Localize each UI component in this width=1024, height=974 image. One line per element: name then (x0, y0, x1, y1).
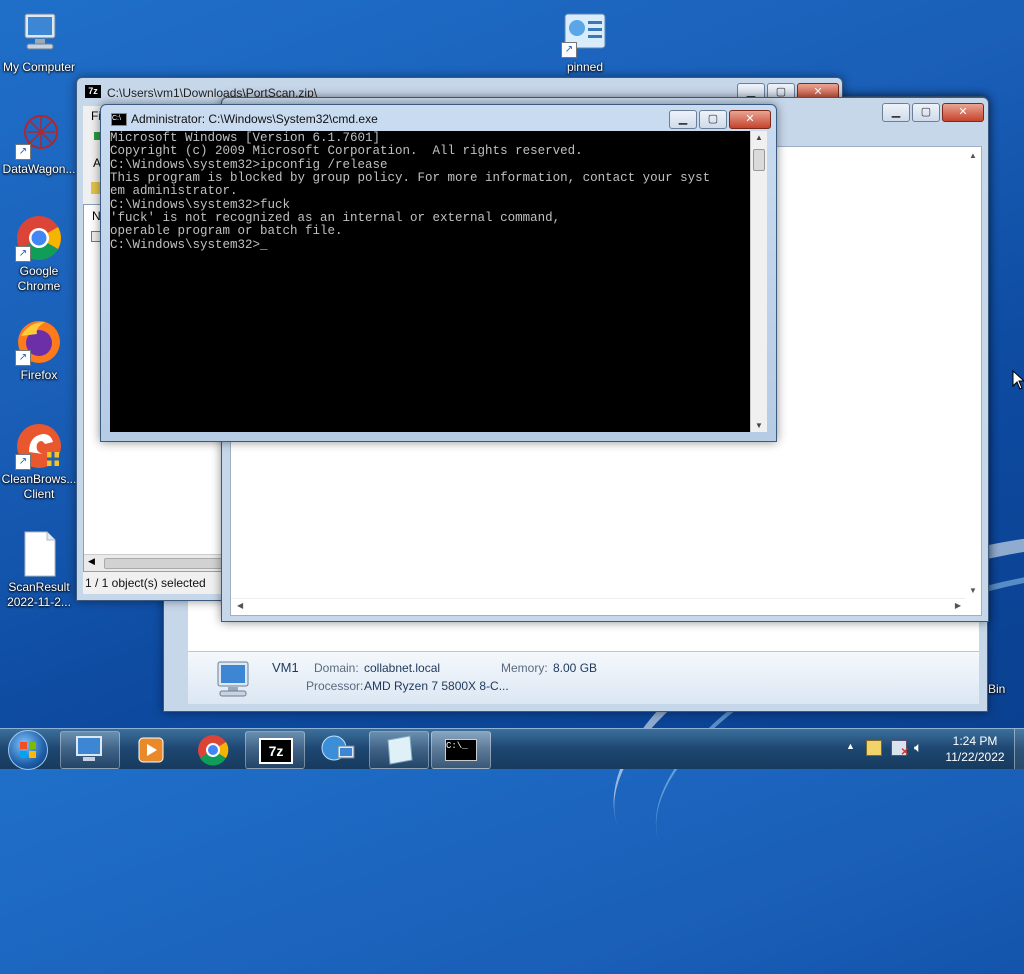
computer-name: VM1 (272, 660, 299, 675)
scroll-left-icon[interactable]: ◀ (88, 556, 95, 567)
show-hidden-icons-icon[interactable]: ▲ (846, 741, 855, 751)
action-center-icon[interactable] (866, 740, 882, 756)
scroll-thumb[interactable] (104, 558, 226, 569)
chrome-icon: ↗ (15, 214, 63, 262)
notepad-icon (387, 735, 413, 765)
shortcut-arrow-icon: ↗ (15, 454, 31, 470)
desktop-icon-label: My Computer (2, 60, 76, 74)
domain-value: collabnet.local (364, 661, 441, 675)
status-text: 1 / 1 object(s) selected (85, 576, 206, 590)
console-line: em administrator. (110, 184, 238, 198)
desktop-icon-cleanbrowsing[interactable]: ↗ CleanBrows... Client (0, 422, 78, 502)
start-button[interactable] (8, 730, 48, 770)
volume-icon[interactable]: 🔈︎ (914, 739, 922, 756)
taskbar-item-network[interactable] (307, 731, 367, 769)
console-line: 'fuck' is not recognized as an internal … (110, 211, 561, 225)
chrome-icon (198, 735, 229, 766)
windows-logo-icon (20, 742, 36, 758)
console-line: operable program or batch file. (110, 224, 343, 238)
taskbar: 7z C:\_ ▲ ✕ 🔈︎ 1:24 PM 11/22/2022 (0, 728, 1024, 770)
desktop-icon-my-computer[interactable]: My Computer (0, 10, 78, 75)
cmd-icon: C:\_ (445, 739, 477, 761)
console-line: C:\Windows\system32>_ (110, 238, 268, 252)
taskbar-item-chrome[interactable] (183, 731, 243, 769)
taskbar-item-cmd[interactable]: C:\_ (431, 731, 491, 769)
mouse-cursor-icon (1012, 369, 1024, 393)
desktop-icon-pinned[interactable]: ↗ pinned (546, 10, 624, 75)
scroll-up-icon[interactable]: ▲ (969, 151, 977, 160)
memory-label: Memory: (501, 661, 548, 675)
text-file-icon (15, 530, 63, 578)
desktop-icon-label: Google Chrome (17, 264, 61, 293)
desktop-icon-label: CleanBrows... Client (1, 472, 77, 501)
scroll-left-icon[interactable]: ◀ (237, 601, 243, 610)
maximize-button[interactable]: ▢ (912, 103, 940, 122)
clock-date[interactable]: 11/22/2022 (940, 750, 1010, 764)
desktop-icon-label: Bin (988, 682, 1006, 696)
status-bar: 1 / 1 object(s) selected (83, 572, 233, 594)
vertical-scrollbar[interactable]: ▲ ▼ (965, 147, 981, 615)
maximize-button[interactable]: ▢ (699, 110, 727, 129)
scroll-thumb[interactable] (753, 149, 765, 171)
system-info-panel: VM1 Domain: collabnet.local Memory: 8.00… (188, 651, 979, 704)
shortcut-arrow-icon: ↗ (561, 42, 577, 58)
desktop-icon-label: ScanResult 2022-11-2... (7, 580, 71, 609)
console-line: Copyright (c) 2009 Microsoft Corporation… (110, 144, 583, 158)
processor-value: AMD Ryzen 7 5800X 8-C... (364, 679, 509, 693)
desktop-icon-firefox[interactable]: ↗ Firefox (0, 318, 78, 383)
scroll-up-icon[interactable]: ▲ (755, 133, 763, 142)
shortcut-arrow-icon: ↗ (15, 246, 31, 262)
console-output[interactable]: Microsoft Windows [Version 6.1.7601] Cop… (110, 131, 750, 432)
console-line: This program is blocked by group policy.… (110, 171, 711, 185)
cmd-window-title: Administrator: C:\Windows\System32\cmd.e… (131, 112, 378, 126)
shortcut-arrow-icon: ↗ (15, 144, 31, 160)
console-line: Microsoft Windows [Version 6.1.7601] (110, 131, 381, 145)
my-computer-icon (15, 10, 63, 58)
desktop-icon-datawagon[interactable]: ↗ DataWagon... (0, 112, 78, 177)
horizontal-scrollbar[interactable]: ◀ ▶ (231, 598, 965, 615)
horizontal-scrollbar[interactable]: ◀ (84, 554, 234, 571)
computer-icon (212, 660, 256, 703)
domain-label: Domain: (314, 661, 359, 675)
7zip-app-icon: 7z (85, 85, 101, 98)
desktop-icon-label: Firefox (20, 368, 58, 382)
processor-label: Processor: (306, 679, 364, 693)
pinned-icon: ↗ (561, 10, 609, 58)
datawagon-icon: ↗ (15, 112, 63, 160)
close-button[interactable]: ✕ (729, 110, 771, 129)
clock-time[interactable]: 1:24 PM (940, 734, 1010, 748)
scroll-right-icon[interactable]: ▶ (955, 601, 961, 610)
taskbar-item-notepad[interactable] (369, 731, 429, 769)
media-player-icon (138, 737, 164, 763)
memory-value: 8.00 GB (553, 661, 598, 675)
close-button[interactable]: ✕ (942, 103, 984, 122)
console-line: C:\Windows\system32>fuck (110, 198, 291, 212)
cmd-app-icon: C:\ (111, 113, 127, 126)
desktop-icon-scanresult[interactable]: ScanResult 2022-11-2... (0, 530, 78, 610)
shortcut-arrow-icon: ↗ (15, 350, 31, 366)
desktop-icon-recycle-bin[interactable]: Bin (984, 630, 1024, 697)
cleanbrowsing-icon: ↗ (15, 422, 63, 470)
minimize-button[interactable]: ▁ (882, 103, 910, 122)
taskbar-item-media-player[interactable] (121, 731, 181, 769)
taskbar-item-computer[interactable] (60, 731, 120, 769)
scroll-down-icon[interactable]: ▼ (755, 421, 763, 430)
firefox-icon: ↗ (15, 318, 63, 366)
desktop-icon-google-chrome[interactable]: ↗ Google Chrome (0, 214, 78, 294)
desktop-icon-label: DataWagon... (2, 162, 76, 176)
scroll-down-icon[interactable]: ▼ (969, 586, 977, 595)
taskbar-item-7zip[interactable]: 7z (245, 731, 305, 769)
minimize-button[interactable]: ▁ (669, 110, 697, 129)
network-icon (321, 735, 355, 761)
computer-icon (76, 736, 102, 761)
console-scrollbar[interactable]: ▲ ▼ (750, 131, 767, 432)
desktop-icon-label: pinned (566, 60, 604, 74)
7zip-icon: 7z (259, 738, 293, 764)
console-line: C:\Windows\system32>ipconfig /release (110, 158, 388, 172)
network-status-icon[interactable]: ✕ (891, 740, 909, 758)
show-desktop-button[interactable] (1014, 729, 1024, 769)
